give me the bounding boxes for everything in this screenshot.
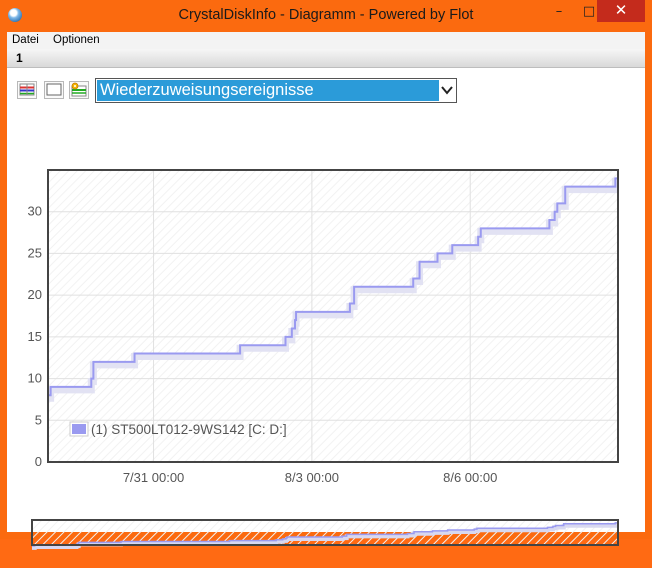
settings-button[interactable] bbox=[69, 81, 89, 99]
x-axis-ticks: 7/31 00:00 8/3 00:00 8/6 00:00 bbox=[123, 470, 498, 485]
tab-bar: 1 bbox=[7, 49, 645, 68]
y-tick-label: 5 bbox=[35, 412, 42, 427]
menu-datei[interactable]: Datei bbox=[12, 34, 39, 46]
menu-bar: Datei Optionen bbox=[7, 32, 645, 49]
y-tick-label: 10 bbox=[28, 371, 42, 386]
y-tick-label: 20 bbox=[28, 287, 42, 302]
x-tick-label: 8/6 00:00 bbox=[443, 470, 497, 485]
select-all-button[interactable] bbox=[17, 81, 37, 99]
application-window: CrystalDiskInfo - Diagramm - Powered by … bbox=[0, 0, 652, 539]
select-all-icon bbox=[18, 82, 36, 98]
select-none-icon bbox=[45, 82, 63, 98]
close-button[interactable]: ✕ bbox=[597, 0, 645, 22]
x-tick-label: 7/31 00:00 bbox=[123, 470, 184, 485]
client-area: Datei Optionen 1 bbox=[7, 32, 645, 532]
x-tick-label: 8/3 00:00 bbox=[285, 470, 339, 485]
y-axis-ticks: 0 5 10 15 20 25 30 bbox=[28, 204, 42, 469]
chevron-down-icon[interactable] bbox=[440, 82, 454, 98]
y-tick-label: 30 bbox=[28, 204, 42, 219]
chart-page: Wiederzuweisungsereignisse 0510152 bbox=[7, 68, 645, 532]
menu-optionen[interactable]: Optionen bbox=[53, 34, 100, 46]
legend-label: (1) ST500LT012-9WS142 [C: D:] bbox=[91, 422, 287, 437]
attribute-select-value: Wiederzuweisungsereignisse bbox=[97, 80, 439, 101]
settings-icon bbox=[70, 82, 88, 98]
y-tick-label: 15 bbox=[28, 329, 42, 344]
legend: (1) ST500LT012-9WS142 [C: D:] bbox=[70, 422, 287, 437]
tab-1[interactable]: 1 bbox=[16, 51, 23, 65]
chart-container: 0 5 10 15 20 25 30 7/31 00:00 8/3 00:00 8/6 00:0… bbox=[7, 164, 645, 494]
overview-background bbox=[32, 520, 618, 545]
title-bar[interactable]: CrystalDiskInfo - Diagramm - Powered by … bbox=[0, 0, 652, 32]
y-tick-label: 0 bbox=[35, 454, 42, 469]
minimize-button[interactable]: – bbox=[545, 2, 573, 22]
legend-swatch bbox=[72, 424, 86, 434]
main-chart[interactable]: 0 5 10 15 20 25 30 7/31 00:00 8/3 00:00 8/6 00:0… bbox=[7, 164, 645, 564]
attribute-select[interactable]: Wiederzuweisungsereignisse bbox=[95, 78, 457, 103]
y-tick-label: 25 bbox=[28, 245, 42, 260]
select-none-button[interactable] bbox=[44, 81, 64, 99]
